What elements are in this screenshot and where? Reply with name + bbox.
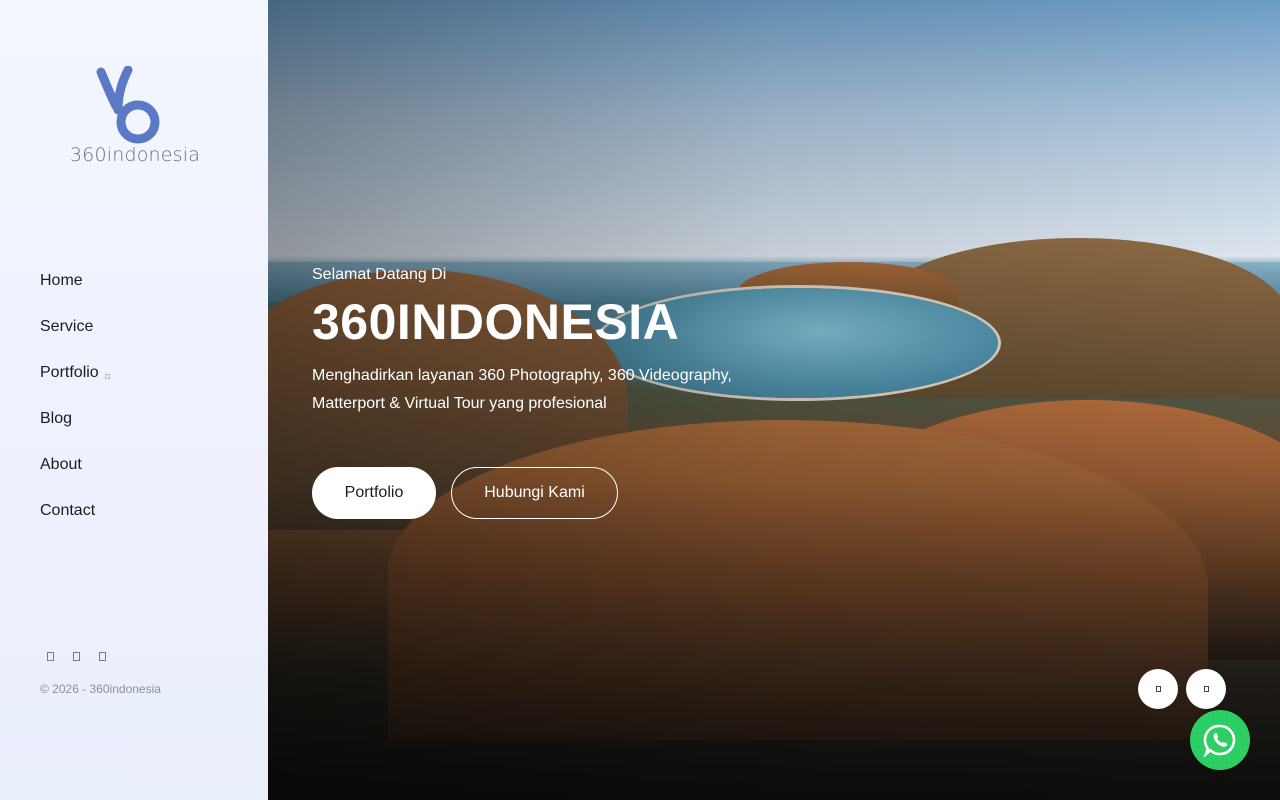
hero-title: 360INDONESIA: [312, 294, 680, 350]
nav-item-service[interactable]: Service: [40, 304, 110, 350]
nav-label: About: [40, 456, 82, 473]
hero-kicker: Selamat Datang Di: [312, 266, 447, 283]
main-nav: Home Service Portfolio Blog About Contac…: [40, 258, 110, 534]
nav-label: Blog: [40, 410, 73, 427]
instagram-icon[interactable]: [70, 650, 82, 662]
contact-us-button[interactable]: Hubungi Kami: [451, 467, 618, 519]
logo-text: 360indonesia: [69, 144, 201, 166]
chat-icon[interactable]: [1186, 669, 1226, 709]
hero-description: Menghadirkan layanan 360 Photography, 36…: [312, 367, 732, 412]
whatsapp-button[interactable]: [1190, 710, 1250, 770]
nav-item-contact[interactable]: Contact: [40, 488, 110, 534]
brand-logo[interactable]: 360indonesia: [66, 66, 202, 170]
nav-label: Portfolio: [40, 364, 99, 381]
logo-mark-icon: [96, 66, 160, 144]
share-icon[interactable]: [1138, 669, 1178, 709]
hero-content: Selamat Datang Di 360INDONESIA Menghadir…: [312, 262, 772, 418]
youtube-icon[interactable]: [96, 650, 108, 662]
copyright: © 2026 - 360indonesia: [40, 682, 161, 696]
whatsapp-icon: [1203, 724, 1236, 758]
sidebar: 360indonesia Home Service Portfolio Blog…: [0, 0, 268, 800]
social-links: [44, 650, 108, 662]
nav-label: Contact: [40, 502, 96, 519]
nav-item-blog[interactable]: Blog: [40, 396, 110, 442]
portfolio-button[interactable]: Portfolio: [312, 467, 436, 519]
nav-label: Home: [40, 272, 83, 289]
nav-item-about[interactable]: About: [40, 442, 110, 488]
nav-label: Service: [40, 318, 94, 335]
submenu-indicator-icon: [104, 373, 110, 379]
facebook-icon[interactable]: [44, 650, 56, 662]
nav-item-portfolio[interactable]: Portfolio: [40, 350, 110, 396]
nav-item-home[interactable]: Home: [40, 258, 110, 304]
